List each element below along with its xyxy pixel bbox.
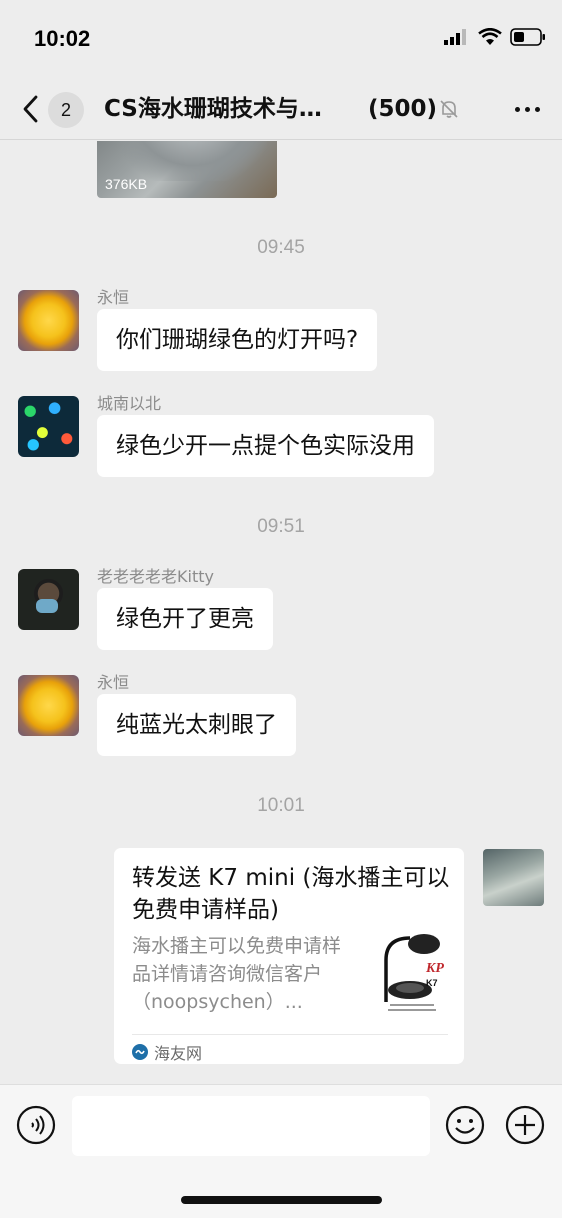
- plus-icon[interactable]: [505, 1105, 545, 1145]
- message-bubble[interactable]: 你们珊瑚绿色的灯开吗?: [97, 309, 378, 371]
- image-content: [117, 141, 267, 181]
- card-thumbnail: KP K7: [376, 930, 450, 1016]
- message-list: 376KB 09:45 永恒 你们珊瑚绿色的灯开吗? 城南以北 绿色少开一点提个…: [0, 141, 562, 1084]
- status-bar: 10:02: [0, 0, 562, 80]
- member-count: (500): [368, 96, 438, 122]
- back-arrow-icon[interactable]: [18, 94, 44, 124]
- thumb-model: K7: [426, 978, 438, 988]
- link-card[interactable]: 转发送 K7 mini (海水播主可以免费申请样品) 海水播主可以免费申请样品详…: [114, 848, 464, 1064]
- signal-icon: [444, 29, 466, 45]
- sender-name: 老老老老老Kitty: [97, 567, 214, 586]
- more-icon[interactable]: [512, 94, 544, 124]
- avatar[interactable]: [18, 569, 79, 630]
- image-message[interactable]: 376KB: [97, 141, 277, 198]
- source-name: 海友网: [154, 1044, 203, 1063]
- message-bubble[interactable]: 绿色少开一点提个色实际没用: [97, 415, 434, 477]
- my-avatar[interactable]: [483, 849, 544, 906]
- home-indicator: [181, 1196, 382, 1204]
- timestamp: 09:51: [257, 516, 305, 537]
- timestamp: 10:01: [257, 795, 305, 816]
- thumb-brand: KP: [425, 961, 444, 976]
- avatar[interactable]: [18, 396, 79, 457]
- avatar-detail: [36, 599, 58, 613]
- message-input[interactable]: [72, 1096, 430, 1156]
- sender-name: 永恒: [97, 673, 130, 692]
- sender-name: 永恒: [97, 288, 130, 307]
- emoji-icon[interactable]: [445, 1105, 485, 1145]
- chat-header: 2 CS海水珊瑚技术与… (500): [0, 80, 562, 140]
- unread-badge[interactable]: 2: [48, 92, 84, 128]
- card-divider: [132, 1034, 448, 1035]
- image-size-label: 376KB: [105, 176, 148, 192]
- message-bubble[interactable]: 绿色开了更亮: [97, 588, 273, 650]
- mute-bell-icon: [440, 100, 458, 118]
- timestamp: 09:45: [257, 237, 305, 258]
- battery-icon: [510, 28, 545, 46]
- card-description: 海水播主可以免费申请样品详情请咨询微信客户（noopsychen）...: [132, 935, 342, 1013]
- wifi-icon: [478, 28, 502, 45]
- card-source: 海友网: [132, 1040, 202, 1064]
- status-time: 10:02: [34, 26, 91, 51]
- status-icons: [444, 28, 546, 46]
- avatar[interactable]: [18, 290, 79, 351]
- avatar[interactable]: [18, 675, 79, 736]
- chat-title: CS海水珊瑚技术与…: [104, 96, 322, 122]
- source-logo-icon: [132, 1044, 148, 1060]
- voice-icon[interactable]: [16, 1105, 56, 1145]
- message-bubble[interactable]: 纯蓝光太刺眼了: [97, 694, 296, 756]
- card-title: 转发送 K7 mini (海水播主可以免费申请样品): [132, 865, 450, 923]
- sender-name: 城南以北: [97, 394, 162, 413]
